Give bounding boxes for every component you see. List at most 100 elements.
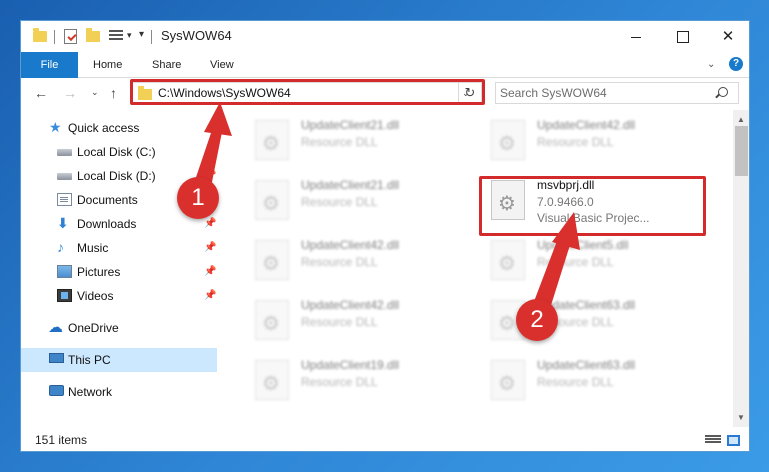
- sidebar-item-label: Music: [77, 241, 109, 255]
- file-name: UpdateClient42.dll: [301, 298, 400, 312]
- drive-icon: [57, 173, 72, 180]
- sidebar-item-label: Downloads: [77, 217, 137, 231]
- sidebar-item-network[interactable]: Network: [21, 380, 217, 404]
- navigation-pane: ★ Quick access Local Disk (C:) Local Dis…: [21, 110, 217, 427]
- forward-icon[interactable]: →: [63, 85, 77, 101]
- file-name: UpdateClient42.dll: [301, 238, 400, 252]
- onedrive-icon: ☁: [48, 319, 63, 336]
- file-item[interactable]: UpdateClient19.dll Resource DLL: [243, 356, 463, 412]
- music-icon: ♪: [57, 239, 64, 255]
- file-item[interactable]: UpdateClient21.dll Resource DLL: [243, 116, 463, 172]
- file-name: UpdateClient21.dll: [301, 118, 400, 132]
- file-item[interactable]: UpdateClient42.dll Resource DLL: [243, 296, 463, 352]
- file-explorer-window: ▾ ▾ SysWOW64 ✕ File Home Share View ⌄ ? …: [20, 20, 750, 452]
- file-name: UpdateClient19.dll: [301, 358, 400, 372]
- tab-view[interactable]: View: [210, 52, 234, 78]
- item-count: 151 items: [35, 433, 88, 447]
- maximize-button[interactable]: [659, 21, 705, 52]
- file-type: Resource DLL: [301, 375, 378, 389]
- sidebar-item-quick-access[interactable]: ★ Quick access: [21, 116, 217, 140]
- file-type: Resource DLL: [301, 315, 378, 329]
- pin-icon[interactable]: 📌: [204, 242, 216, 253]
- step-1-badge: 1: [177, 177, 219, 219]
- details-view-icon[interactable]: [705, 435, 721, 446]
- search-box[interactable]: [495, 82, 739, 104]
- file-item[interactable]: UpdateClient63.dll Resource DLL: [479, 356, 699, 412]
- file-name: UpdateClient42.dll: [537, 118, 636, 132]
- file-item[interactable]: UpdateClient63.dll Resource DLL: [479, 296, 699, 352]
- sidebar-item-label: Pictures: [77, 265, 121, 279]
- close-button[interactable]: ✕: [705, 21, 749, 52]
- window-title: SysWOW64: [161, 28, 232, 43]
- scroll-up-icon[interactable]: ▲: [737, 115, 745, 124]
- tab-file[interactable]: File: [21, 52, 78, 78]
- pin-icon[interactable]: 📌: [204, 290, 216, 301]
- file-type: Resource DLL: [301, 195, 378, 209]
- step-2-badge: 2: [516, 299, 558, 341]
- back-icon[interactable]: ←: [34, 85, 48, 101]
- file-type: Resource DLL: [301, 255, 378, 269]
- customize-toolbar-icon[interactable]: [109, 30, 123, 43]
- scroll-thumb[interactable]: [735, 126, 748, 176]
- dll-file-icon: [255, 180, 289, 220]
- expand-ribbon-icon[interactable]: ⌄: [707, 59, 715, 70]
- sidebar-item-label: Local Disk (C:): [77, 145, 156, 159]
- file-item[interactable]: UpdateClient21.dll Resource DLL: [243, 176, 463, 232]
- file-name: UpdateClient5.dll: [537, 238, 629, 252]
- address-bar-highlight: [130, 79, 485, 105]
- help-icon[interactable]: ?: [729, 57, 743, 71]
- pc-icon: [49, 353, 64, 363]
- scroll-down-icon[interactable]: ▼: [737, 413, 745, 422]
- videos-icon: [57, 289, 72, 302]
- vertical-scrollbar[interactable]: ▲ ▼: [733, 110, 749, 427]
- file-type: Resource DLL: [301, 135, 378, 149]
- title-bar: ▾ ▾ SysWOW64 ✕: [21, 21, 749, 52]
- dll-file-icon: [491, 360, 525, 400]
- sidebar-item-label: Local Disk (D:): [77, 169, 156, 183]
- up-icon[interactable]: ↑: [110, 85, 117, 101]
- recent-locations-icon[interactable]: ⌄: [91, 87, 99, 98]
- network-icon: [49, 385, 64, 396]
- sidebar-item-music[interactable]: ♪ Music 📌: [21, 236, 217, 260]
- tab-home[interactable]: Home: [93, 52, 122, 78]
- tab-share[interactable]: Share: [152, 52, 181, 78]
- sidebar-item-label: Videos: [77, 289, 114, 303]
- sidebar-item-this-pc[interactable]: This PC: [21, 348, 217, 372]
- file-item[interactable]: UpdateClient42.dll Resource DLL: [243, 236, 463, 292]
- sidebar-item-label: This PC: [68, 353, 111, 367]
- chevron-down-icon[interactable]: ▾: [127, 30, 132, 47]
- file-name: UpdateClient21.dll: [301, 178, 400, 192]
- drive-icon: [57, 149, 72, 156]
- sidebar-item-videos[interactable]: Videos 📌: [21, 284, 217, 308]
- properties-icon[interactable]: [64, 29, 77, 44]
- pin-icon[interactable]: 📌: [204, 218, 216, 229]
- file-list: UpdateClient21.dll Resource DLL UpdateCl…: [233, 110, 733, 427]
- file-item[interactable]: UpdateClient5.dll Resource DLL: [479, 236, 699, 292]
- file-name: UpdateClient63.dll: [537, 358, 636, 372]
- folder-icon: [33, 28, 47, 42]
- large-icons-view-icon[interactable]: [727, 435, 740, 446]
- search-icon[interactable]: [718, 87, 728, 97]
- documents-icon: [57, 193, 72, 206]
- ribbon-tabs: File Home Share View ⌄ ?: [21, 52, 749, 78]
- search-input[interactable]: [500, 85, 710, 101]
- download-icon: ⬇: [57, 215, 69, 231]
- file-type: Resource DLL: [537, 135, 614, 149]
- dll-file-icon: [255, 120, 289, 160]
- minimize-button[interactable]: [613, 21, 659, 52]
- file-type: Resource DLL: [537, 255, 614, 269]
- sidebar-item-pictures[interactable]: Pictures 📌: [21, 260, 217, 284]
- new-folder-icon[interactable]: [86, 28, 100, 42]
- sidebar-item-label: OneDrive: [68, 321, 119, 335]
- pictures-icon: [57, 265, 72, 278]
- file-item[interactable]: UpdateClient42.dll Resource DLL: [479, 116, 699, 172]
- star-icon: ★: [49, 119, 62, 135]
- status-bar: 151 items: [21, 429, 749, 451]
- title-separator: [151, 30, 152, 44]
- quick-access-dropdown-icon[interactable]: ▾: [139, 29, 144, 46]
- quick-access-separator: [54, 30, 55, 44]
- sidebar-item-label: Quick access: [68, 121, 140, 135]
- sidebar-item-local-disk-c[interactable]: Local Disk (C:): [21, 140, 217, 164]
- pin-icon[interactable]: 📌: [204, 266, 216, 277]
- sidebar-item-onedrive[interactable]: ☁ OneDrive: [21, 316, 217, 340]
